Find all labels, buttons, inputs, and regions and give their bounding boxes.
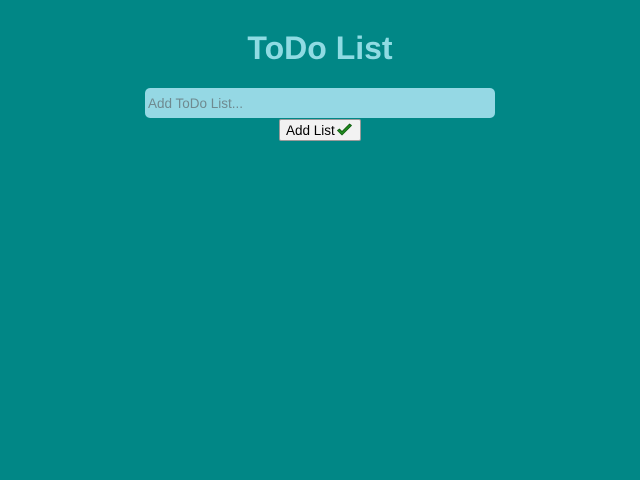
todo-input[interactable] — [145, 88, 495, 118]
page-title: ToDo List — [247, 30, 393, 66]
check-icon — [336, 123, 353, 137]
todo-app: ToDo List Add List — [0, 0, 640, 480]
add-list-button-label: Add List — [286, 122, 335, 138]
add-list-button[interactable]: Add List — [279, 119, 361, 141]
